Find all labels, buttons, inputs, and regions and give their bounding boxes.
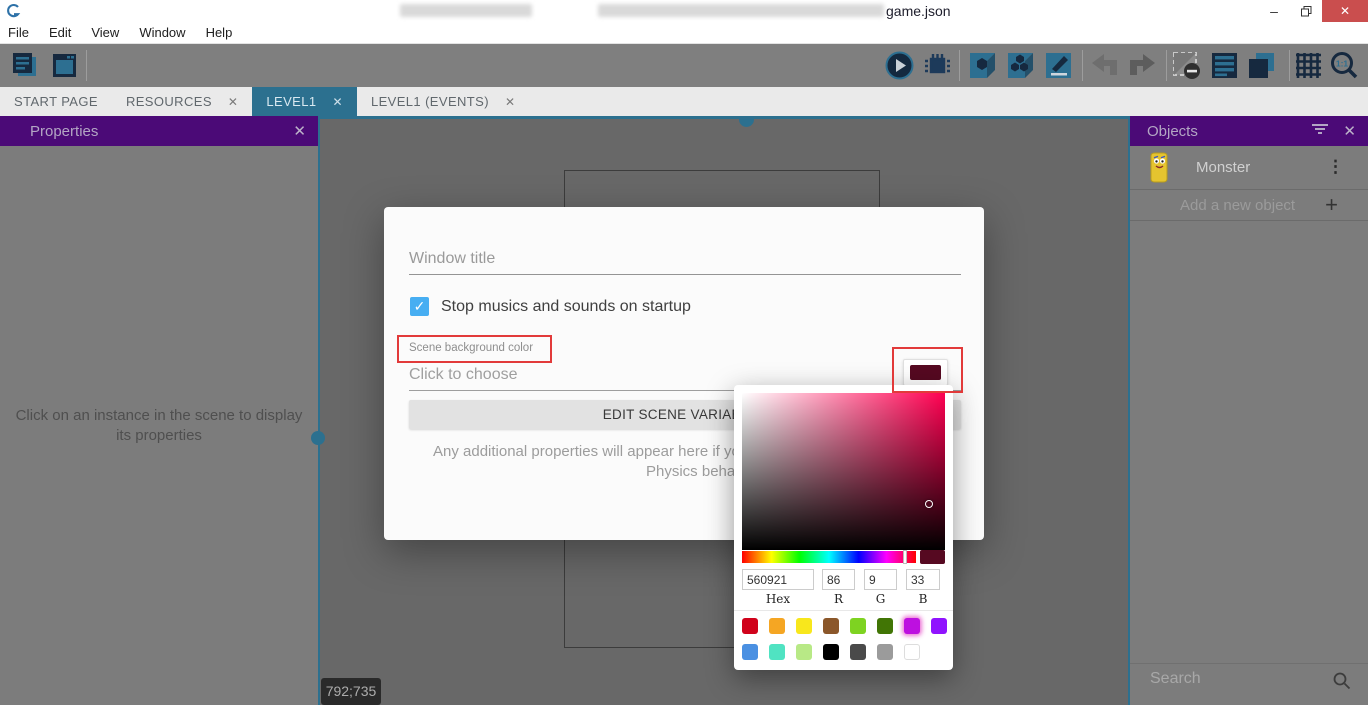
preset-swatch[interactable] <box>877 644 893 660</box>
close-tab-icon[interactable]: ✕ <box>505 95 515 109</box>
preset-swatch[interactable] <box>904 644 920 660</box>
hex-input[interactable] <box>742 569 814 590</box>
properties-panel: Click on an instance in the scene to dis… <box>0 146 318 705</box>
menu-edit[interactable]: Edit <box>39 22 81 44</box>
objects-panel-header: Objects ✕ <box>1130 116 1368 146</box>
object-search-bar <box>1130 663 1368 699</box>
preset-swatch[interactable] <box>904 618 920 634</box>
search-input[interactable] <box>1150 670 1310 688</box>
tab-bar: START PAGE RESOURCES✕ LEVEL1✕ LEVEL1 (EV… <box>0 87 1368 116</box>
add-instances-icon[interactable] <box>1006 51 1035 80</box>
picker-current-color <box>920 550 945 564</box>
stop-music-label: Stop musics and sounds on startup <box>441 298 691 316</box>
preset-swatch[interactable] <box>742 618 758 634</box>
preset-swatch[interactable] <box>850 618 866 634</box>
b-label: B <box>906 592 940 606</box>
title-bar: game.json – ✕ <box>0 0 1368 22</box>
objects-panel-title: Objects <box>1147 123 1198 140</box>
toggle-mask-icon[interactable] <box>1172 51 1201 80</box>
edit-scene-icon[interactable] <box>1044 51 1073 80</box>
minimize-button[interactable]: – <box>1258 0 1290 22</box>
add-object-icon[interactable] <box>968 51 997 80</box>
r-input[interactable] <box>822 569 855 590</box>
b-input[interactable] <box>906 569 940 590</box>
app-window: game.json – ✕ File Edit View Window Help <box>0 0 1368 705</box>
menu-file[interactable]: File <box>0 22 39 44</box>
menu-window[interactable]: Window <box>129 22 195 44</box>
restore-icon <box>1301 6 1312 17</box>
project-manager-icon[interactable] <box>10 51 39 80</box>
preset-swatch[interactable] <box>769 644 785 660</box>
object-name: Monster <box>1196 159 1250 176</box>
window-title: game.json <box>886 3 951 19</box>
preset-swatch[interactable] <box>850 644 866 660</box>
close-panel-icon[interactable]: ✕ <box>293 122 306 140</box>
annotation-rect-color-swatch <box>892 347 963 393</box>
blurred-path-segment <box>598 4 884 17</box>
tab-level1-events[interactable]: LEVEL1 (EVENTS)✕ <box>357 87 529 116</box>
cursor-coordinates-badge: 792;735 <box>321 678 381 705</box>
hex-label: Hex <box>742 592 814 606</box>
filter-icon[interactable] <box>1312 124 1328 137</box>
saturation-gradient-area[interactable] <box>742 393 945 550</box>
menu-view[interactable]: View <box>81 22 129 44</box>
plus-icon[interactable]: + <box>1325 192 1338 218</box>
zoom-1-1-icon[interactable]: 1:1 <box>1330 51 1359 80</box>
preset-swatch[interactable] <box>742 644 758 660</box>
color-picker-popover: Hex R G B <box>734 385 953 670</box>
objects-panel: Monster ⋮ Add a new object + <box>1130 146 1368 705</box>
preset-swatch[interactable] <box>769 618 785 634</box>
tab-level1[interactable]: LEVEL1✕ <box>252 87 357 116</box>
close-button[interactable]: ✕ <box>1322 0 1368 22</box>
field-underline <box>409 274 961 275</box>
scroll-handle-left[interactable] <box>311 431 325 445</box>
picker-divider <box>734 610 953 611</box>
redo-icon[interactable] <box>1128 51 1157 80</box>
click-to-choose-field[interactable]: Click to choose <box>409 366 518 384</box>
preset-swatch[interactable] <box>877 618 893 634</box>
saturation-pointer[interactable] <box>925 500 933 508</box>
search-icon <box>1332 671 1352 691</box>
undo-icon[interactable] <box>1090 51 1119 80</box>
preset-swatch[interactable] <box>796 644 812 660</box>
play-icon[interactable] <box>885 51 914 80</box>
hue-slider-handle[interactable] <box>903 550 907 564</box>
stop-music-checkbox[interactable]: ✓ <box>410 297 429 316</box>
object-menu-icon[interactable]: ⋮ <box>1327 157 1344 177</box>
properties-panel-header: Properties ✕ <box>0 116 318 146</box>
menu-bar: File Edit View Window Help <box>0 22 1368 44</box>
window-title-field[interactable] <box>409 250 909 268</box>
close-tab-icon[interactable]: ✕ <box>332 95 342 109</box>
svg-text:1:1: 1:1 <box>1336 59 1349 69</box>
g-label: G <box>864 592 897 606</box>
grid-icon[interactable] <box>1294 51 1323 80</box>
toolbar: 1:1 <box>0 44 1368 87</box>
annotation-rect-scene-background-color <box>397 335 552 363</box>
blurred-title-segment <box>400 4 532 17</box>
object-list-item-monster[interactable]: Monster ⋮ <box>1130 146 1368 190</box>
preset-swatch[interactable] <box>823 644 839 660</box>
monster-sprite-icon <box>1146 152 1172 184</box>
instances-list-icon[interactable] <box>1210 51 1239 80</box>
start-page-icon[interactable] <box>50 51 79 80</box>
gdevelop-logo-icon <box>6 3 22 19</box>
properties-empty-message: Click on an instance in the scene to dis… <box>10 406 308 446</box>
properties-panel-title: Properties <box>30 123 98 140</box>
preset-swatch[interactable] <box>796 618 812 634</box>
add-object-row[interactable]: Add a new object + <box>1130 190 1368 221</box>
close-panel-icon[interactable]: ✕ <box>1343 122 1356 140</box>
tab-resources[interactable]: RESOURCES✕ <box>112 87 252 116</box>
close-tab-icon[interactable]: ✕ <box>228 95 238 109</box>
g-input[interactable] <box>864 569 897 590</box>
menu-help[interactable]: Help <box>196 22 243 44</box>
preset-swatch[interactable] <box>931 618 947 634</box>
helper-text-line1: Any additional properties will appear he… <box>433 443 748 460</box>
preset-swatch[interactable] <box>823 618 839 634</box>
tab-start-page[interactable]: START PAGE <box>0 87 112 116</box>
r-label: R <box>822 592 855 606</box>
debug-icon[interactable] <box>923 51 952 80</box>
layers-icon[interactable] <box>1247 51 1276 80</box>
hue-slider[interactable] <box>742 551 916 563</box>
restore-button[interactable] <box>1290 0 1322 22</box>
